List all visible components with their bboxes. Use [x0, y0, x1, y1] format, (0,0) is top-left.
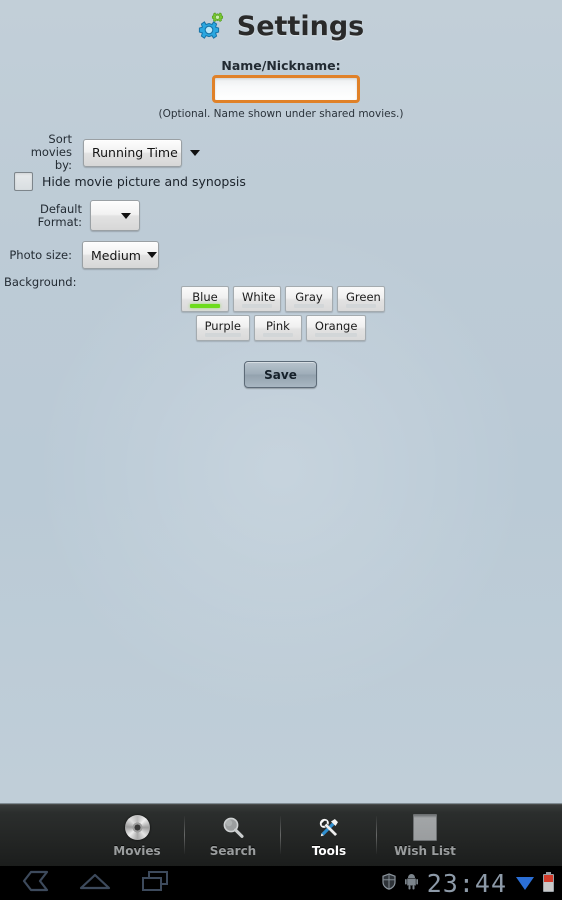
hide-picture-label: Hide movie picture and synopsis — [42, 174, 246, 189]
default-format-label: Default Format: — [37, 201, 82, 229]
photo-size-spinner[interactable]: Medium — [82, 241, 159, 269]
tools-icon — [315, 814, 343, 842]
tab-selection-indicator — [242, 304, 272, 308]
system-clock: 23:44 — [426, 868, 507, 898]
background-tab-orange[interactable]: Orange — [305, 315, 367, 341]
bottom-nav: Movies Search Tools Wish List — [0, 803, 562, 867]
page-header: Settings — [0, 6, 562, 46]
name-label: Name/Nickname: — [221, 58, 341, 73]
tab-selection-indicator — [204, 333, 241, 337]
tab-selection-indicator — [294, 304, 324, 308]
nav-label-tools: Tools — [311, 843, 347, 858]
android-icon — [404, 873, 418, 894]
background-tab-gray[interactable]: Gray — [285, 286, 333, 312]
recents-icon[interactable] — [140, 869, 170, 897]
tab-selection-indicator — [190, 304, 220, 308]
background-label: Background: — [4, 275, 77, 289]
tab-selection-indicator — [314, 333, 358, 337]
name-input[interactable] — [212, 75, 360, 103]
nav-item-tools[interactable]: Tools — [280, 804, 377, 867]
photo-size-value: Medium — [91, 247, 141, 263]
background-tabs: Blue White Gray Green Purple Pink Orange — [181, 286, 385, 341]
sort-movies-value: Running Time — [92, 145, 178, 160]
back-icon[interactable] — [16, 870, 50, 896]
sort-movies-spinner[interactable]: Running Time — [83, 138, 200, 167]
system-status-icons: 23:44 — [382, 871, 554, 896]
gears-icon — [198, 11, 228, 41]
photo-size-row: Photo size: Medium — [4, 241, 159, 269]
background-tab-pink[interactable]: Pink — [253, 315, 302, 341]
save-button[interactable]: Save — [244, 361, 317, 388]
background-tab-green[interactable]: Green — [337, 286, 385, 312]
disc-icon — [123, 814, 151, 842]
sort-movies-row: Sort movies by: Running Time — [22, 133, 202, 172]
background-tabs-row-2: Purple Pink Orange — [181, 315, 381, 341]
nav-label-search: Search — [209, 843, 257, 858]
sort-movies-label: Sort movies by: — [30, 132, 72, 172]
default-format-row: Default Format: — [4, 200, 140, 231]
home-icon[interactable] — [78, 870, 112, 896]
shield-icon — [382, 872, 396, 894]
nav-label-wish-list: Wish List — [394, 843, 456, 858]
chevron-down-icon — [189, 149, 200, 156]
chevron-down-icon — [146, 252, 157, 258]
nav-item-wish-list[interactable]: Wish List — [376, 804, 473, 867]
magnifier-icon — [219, 814, 247, 842]
nav-item-search[interactable]: Search — [184, 804, 281, 867]
system-nav-buttons — [0, 869, 170, 897]
battery-icon — [543, 872, 554, 892]
background-tab-white[interactable]: White — [233, 286, 281, 312]
tab-selection-indicator — [346, 304, 376, 308]
background-tab-purple[interactable]: Purple — [195, 315, 250, 341]
settings-content: Settings Name/Nickname: (Optional. Name … — [0, 0, 562, 803]
background-tab-blue[interactable]: Blue — [181, 286, 229, 312]
list-icon — [411, 814, 439, 842]
default-format-spinner[interactable] — [90, 200, 140, 231]
system-bar: 23:44 — [0, 866, 562, 900]
chevron-down-icon — [121, 212, 131, 219]
name-hint: (Optional. Name shown under shared movie… — [158, 108, 404, 120]
hide-picture-row[interactable]: Hide movie picture and synopsis — [14, 172, 246, 191]
nav-item-movies[interactable]: Movies — [89, 804, 185, 867]
page-title: Settings — [236, 10, 365, 42]
settings-screen: Settings Name/Nickname: (Optional. Name … — [0, 0, 562, 900]
photo-size-label: Photo size: — [9, 247, 72, 262]
hide-picture-checkbox[interactable] — [14, 172, 33, 191]
nav-label-movies: Movies — [113, 843, 161, 858]
wifi-icon — [516, 876, 534, 890]
background-tabs-row-1: Blue White Gray Green — [181, 286, 385, 312]
tab-selection-indicator — [262, 333, 293, 337]
